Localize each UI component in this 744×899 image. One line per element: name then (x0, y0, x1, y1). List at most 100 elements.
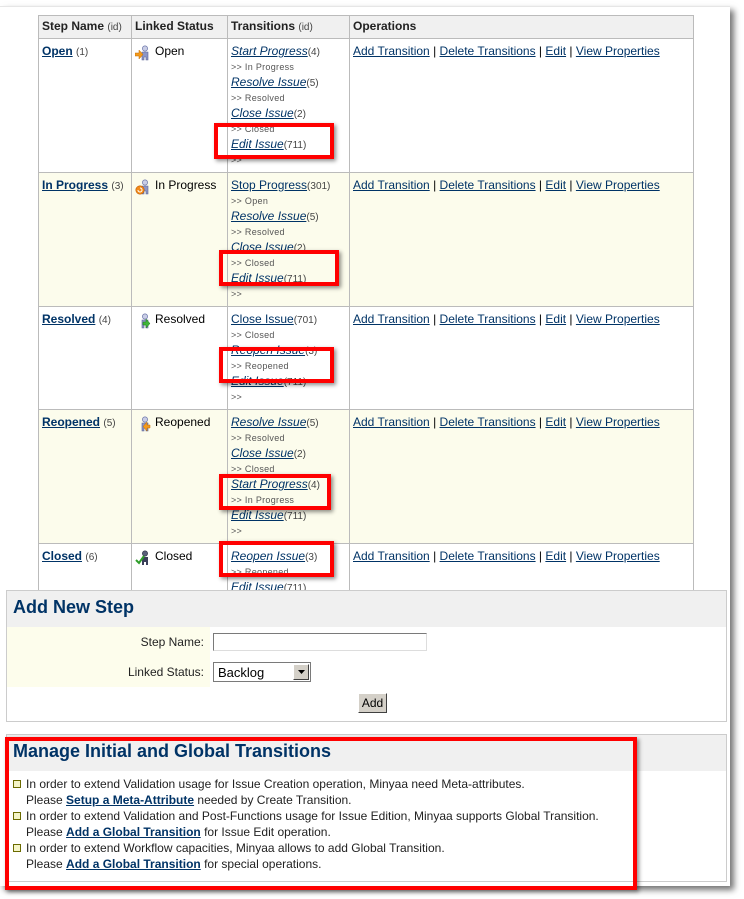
transition-link[interactable]: Stop Progress (231, 178, 307, 192)
step-name-link[interactable]: Resolved (42, 312, 95, 326)
transition-link[interactable]: Start Progress (231, 44, 308, 58)
transition-destination: >> (231, 392, 243, 402)
transition-link[interactable]: Edit Issue (231, 508, 284, 522)
linked-status-label: Reopened (155, 415, 211, 429)
transition-destination: >> Reopened (231, 361, 289, 371)
transition-link[interactable]: Close Issue (231, 446, 294, 460)
status-closed-icon (135, 549, 151, 569)
add-transition-link[interactable]: Add Transition (353, 549, 430, 563)
separator: | (569, 312, 573, 326)
separator: | (538, 312, 543, 326)
separator: | (569, 44, 573, 58)
transition-item: Resolve Issue(5) (231, 415, 346, 431)
transition-id: (4) (307, 47, 320, 58)
separator: | (433, 415, 437, 429)
edit-step-link[interactable]: Edit (545, 549, 566, 563)
manage-item-prefix: Please (26, 793, 63, 807)
add-transition-link[interactable]: Add Transition (353, 44, 430, 58)
transition-id: (711) (283, 377, 307, 388)
transition-item: Edit Issue(711) (231, 374, 346, 390)
transition-link[interactable]: Close Issue (231, 312, 294, 326)
transition-item: Start Progress(4) (231, 44, 346, 60)
add-transition-link[interactable]: Add Transition (353, 312, 430, 326)
step-name-link[interactable]: Reopened (42, 415, 100, 429)
separator: | (569, 178, 573, 192)
transition-link[interactable]: Close Issue (231, 106, 294, 120)
transition-destination: >> Reopened (231, 567, 289, 577)
manage-item-link[interactable]: Add a Global Transition (66, 857, 201, 871)
edit-step-link[interactable]: Edit (545, 312, 566, 326)
add-step-button[interactable]: Add (357, 693, 388, 713)
linked-status-label: Linked Status: (7, 657, 210, 687)
linked-status: Closed (135, 549, 224, 569)
linked-status: Resolved (135, 312, 224, 332)
add-transition-link[interactable]: Add Transition (353, 178, 430, 192)
transition-destination: >> (231, 155, 243, 165)
transition-item: Edit Issue(711) (231, 508, 346, 524)
delete-transitions-link[interactable]: Delete Transitions (440, 415, 536, 429)
delete-transitions-link[interactable]: Delete Transitions (440, 178, 536, 192)
transition-link[interactable]: Edit Issue (231, 271, 284, 285)
transition-link[interactable]: Reopen Issue (231, 343, 305, 357)
operations-cell: Add Transition | Delete Transitions | Ed… (349, 38, 694, 173)
manage-item-prefix: Please (26, 857, 63, 871)
view-properties-link[interactable]: View Properties (576, 415, 660, 429)
step-name-link[interactable]: Open (42, 44, 73, 58)
transition-link[interactable]: Resolve Issue (231, 209, 306, 223)
transitions-cell: Resolve Issue(5) >> Resolved Close Issue(2… (227, 409, 350, 544)
linked-status: Open (134, 44, 224, 64)
step-name-link[interactable]: Closed (42, 549, 82, 563)
step-id: (6) (85, 552, 98, 563)
view-properties-link[interactable]: View Properties (576, 44, 660, 58)
chevron-down-icon[interactable] (293, 664, 309, 680)
view-properties-link[interactable]: View Properties (576, 178, 660, 192)
workflow-page: Step Name (id) Linked Status Transitions… (0, 6, 730, 890)
delete-transitions-link[interactable]: Delete Transitions (440, 312, 536, 326)
transition-link[interactable]: Close Issue (231, 240, 294, 254)
manage-list-item: In order to extend Validation and Post-F… (11, 808, 722, 840)
manage-transitions-panel: Manage Initial and Global Transitions In… (6, 734, 727, 882)
separator: | (538, 549, 543, 563)
manage-transitions-title: Manage Initial and Global Transitions (7, 735, 726, 771)
linked-status-value: Backlog (218, 664, 265, 680)
view-properties-link[interactable]: View Properties (576, 312, 660, 326)
step-name-cell: Open (1) (38, 38, 132, 173)
separator: | (538, 415, 543, 429)
linked-status-label: Resolved (155, 312, 206, 326)
manage-item-suffix: needed by Create Transition. (197, 793, 352, 807)
transition-id: (701) (293, 315, 318, 326)
linked-status-select[interactable]: Backlog (213, 662, 311, 682)
manage-item-link[interactable]: Add a Global Transition (66, 825, 201, 839)
table-header-row: Step Name (id) Linked Status Transitions… (38, 15, 694, 39)
manage-item-link[interactable]: Setup a Meta-Attribute (66, 793, 194, 807)
transition-item: Edit Issue(711) (231, 271, 346, 287)
step-id: (1) (76, 47, 89, 58)
transition-link[interactable]: Start Progress (231, 477, 308, 491)
view-properties-link[interactable]: View Properties (576, 549, 660, 563)
operations-cell: Add Transition | Delete Transitions | Ed… (349, 172, 694, 307)
transition-id: (711) (283, 140, 307, 151)
add-transition-link[interactable]: Add Transition (353, 415, 430, 429)
transition-link[interactable]: Reopen Issue (231, 549, 305, 563)
step-name-link[interactable]: In Progress (42, 178, 108, 192)
status-resolved-icon (135, 312, 151, 332)
transition-item: Start Progress(4) (231, 477, 346, 493)
edit-step-link[interactable]: Edit (545, 178, 566, 192)
transition-link[interactable]: Edit Issue (231, 374, 284, 388)
transition-link[interactable]: Resolve Issue (231, 75, 306, 89)
transition-link[interactable]: Edit Issue (231, 137, 284, 151)
transition-item: Stop Progress(301) (231, 178, 346, 194)
transition-destination: >> (231, 289, 243, 299)
transition-id: (2) (293, 449, 306, 460)
separator: | (538, 178, 543, 192)
linked-status-label: Open (155, 44, 185, 58)
step-name-cell: In Progress (3) (38, 172, 132, 307)
delete-transitions-link[interactable]: Delete Transitions (440, 44, 536, 58)
delete-transitions-link[interactable]: Delete Transitions (440, 549, 536, 563)
edit-step-link[interactable]: Edit (545, 415, 566, 429)
transition-link[interactable]: Resolve Issue (231, 415, 306, 429)
separator: | (433, 44, 437, 58)
transition-destination: >> In Progress (231, 495, 295, 505)
edit-step-link[interactable]: Edit (545, 44, 566, 58)
step-name-input[interactable] (213, 633, 427, 651)
